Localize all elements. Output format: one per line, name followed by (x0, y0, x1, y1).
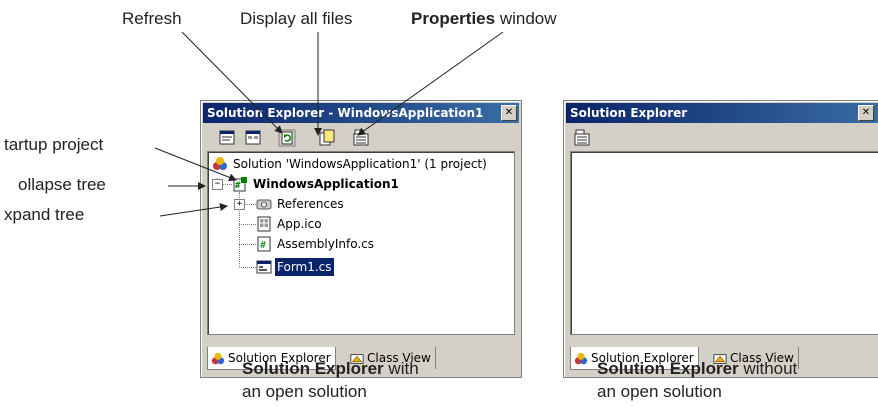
pointer-expand-tree (159, 203, 228, 217)
pointer-refresh (181, 31, 283, 134)
pointer-properties-window (357, 31, 504, 136)
pointer-startup-project (154, 147, 237, 182)
pointer-lines (154, 31, 504, 217)
